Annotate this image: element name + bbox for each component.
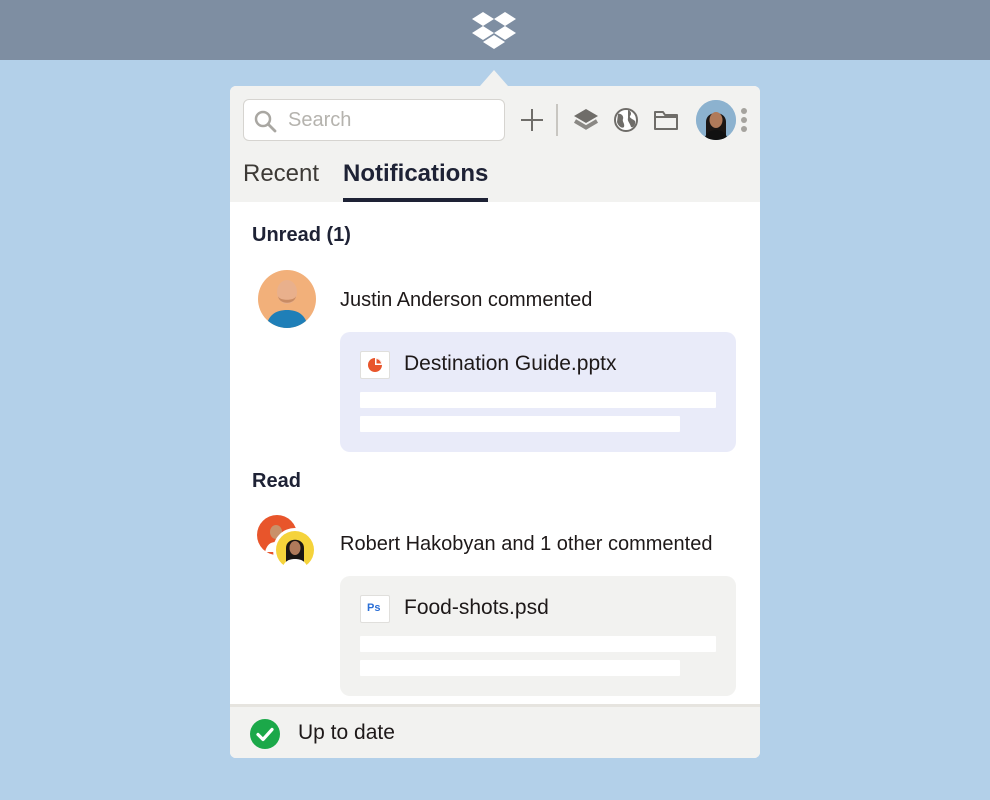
add-button[interactable] — [518, 106, 546, 134]
notification-text: Justin Anderson commented — [340, 289, 593, 311]
folder-button[interactable] — [652, 106, 680, 134]
preview-line — [360, 416, 680, 432]
file-name: Destination Guide.pptx — [404, 352, 617, 375]
sync-status: Up to date — [298, 721, 395, 744]
photoshop-icon: Ps — [360, 595, 390, 623]
search-icon — [254, 110, 277, 133]
preview-line — [360, 392, 716, 408]
read-section-title: Read — [252, 470, 301, 492]
powerpoint-icon — [360, 351, 390, 379]
panel-header: Recent Notifications — [230, 86, 760, 202]
popover-caret — [480, 70, 508, 86]
check-circle-icon — [250, 719, 280, 749]
tab-notifications-label: Notifications — [343, 160, 489, 187]
status-footer: Up to date — [230, 704, 760, 758]
globe-icon — [614, 108, 638, 132]
tab-recent[interactable]: Recent — [243, 160, 319, 202]
layers-icon — [573, 109, 599, 130]
menu-bar — [0, 0, 990, 60]
user-avatar[interactable] — [696, 100, 736, 140]
photoshop-icon-label: Ps — [367, 602, 381, 614]
notification-text: Robert Hakobyan and 1 other commented — [340, 533, 713, 555]
unread-section-title: Unread (1) — [252, 224, 351, 246]
more-options-icon[interactable] — [740, 106, 748, 134]
search-input[interactable] — [288, 107, 498, 133]
preview-line — [360, 660, 680, 676]
avatar — [258, 270, 316, 328]
toolbar-divider — [556, 104, 558, 136]
layers-button[interactable] — [572, 106, 600, 134]
file-preview-card[interactable]: Ps Food-shots.psd — [340, 576, 736, 696]
tab-notifications[interactable]: Notifications — [343, 160, 489, 202]
plus-icon — [521, 109, 543, 131]
justin-avatar-image — [258, 270, 316, 328]
tab-recent-label: Recent — [243, 160, 320, 187]
search-box[interactable] — [243, 99, 505, 141]
file-preview-card[interactable]: Destination Guide.pptx — [340, 332, 736, 452]
group-avatar — [256, 514, 320, 574]
file-name: Food-shots.psd — [404, 596, 549, 619]
user-avatar-image — [696, 100, 736, 140]
globe-button[interactable] — [612, 106, 640, 134]
folder-icon — [654, 111, 678, 130]
group-avatar-image — [257, 515, 317, 572]
dropbox-logo-icon[interactable] — [472, 12, 516, 50]
preview-line — [360, 636, 716, 652]
notifications-panel: Recent Notifications Unread (1) Justin A… — [230, 86, 760, 758]
